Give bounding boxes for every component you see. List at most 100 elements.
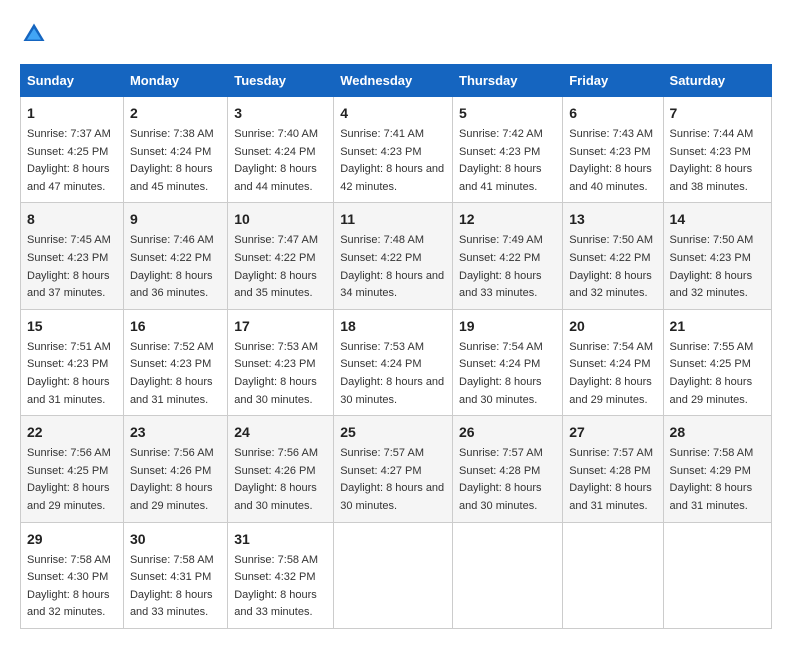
calendar-week-2: 8 Sunrise: 7:45 AMSunset: 4:23 PMDayligh… [21, 203, 772, 309]
header-saturday: Saturday [663, 65, 771, 97]
day-number: 4 [340, 103, 446, 124]
day-number: 26 [459, 422, 556, 443]
day-info: Sunrise: 7:40 AMSunset: 4:24 PMDaylight:… [234, 128, 318, 193]
calendar-cell: 7 Sunrise: 7:44 AMSunset: 4:23 PMDayligh… [663, 97, 771, 203]
calendar-cell: 13 Sunrise: 7:50 AMSunset: 4:22 PMDaylig… [563, 203, 663, 309]
day-number: 7 [670, 103, 765, 124]
calendar-cell: 10 Sunrise: 7:47 AMSunset: 4:22 PMDaylig… [228, 203, 334, 309]
day-info: Sunrise: 7:58 AMSunset: 4:32 PMDaylight:… [234, 554, 318, 619]
calendar-table: SundayMondayTuesdayWednesdayThursdayFrid… [20, 64, 772, 629]
day-info: Sunrise: 7:54 AMSunset: 4:24 PMDaylight:… [569, 341, 653, 406]
day-number: 17 [234, 316, 327, 337]
calendar-cell: 22 Sunrise: 7:56 AMSunset: 4:25 PMDaylig… [21, 416, 124, 522]
day-number: 21 [670, 316, 765, 337]
calendar-week-5: 29 Sunrise: 7:58 AMSunset: 4:30 PMDaylig… [21, 522, 772, 628]
day-number: 11 [340, 209, 446, 230]
day-number: 16 [130, 316, 221, 337]
day-number: 6 [569, 103, 656, 124]
calendar-cell: 16 Sunrise: 7:52 AMSunset: 4:23 PMDaylig… [123, 309, 227, 415]
day-info: Sunrise: 7:45 AMSunset: 4:23 PMDaylight:… [27, 234, 111, 299]
day-number: 27 [569, 422, 656, 443]
day-number: 30 [130, 529, 221, 550]
day-info: Sunrise: 7:58 AMSunset: 4:30 PMDaylight:… [27, 554, 111, 619]
calendar-cell: 12 Sunrise: 7:49 AMSunset: 4:22 PMDaylig… [453, 203, 563, 309]
day-number: 28 [670, 422, 765, 443]
day-info: Sunrise: 7:57 AMSunset: 4:28 PMDaylight:… [459, 447, 543, 512]
day-info: Sunrise: 7:49 AMSunset: 4:22 PMDaylight:… [459, 234, 543, 299]
calendar-cell: 1 Sunrise: 7:37 AMSunset: 4:25 PMDayligh… [21, 97, 124, 203]
calendar-cell: 23 Sunrise: 7:56 AMSunset: 4:26 PMDaylig… [123, 416, 227, 522]
day-number: 18 [340, 316, 446, 337]
calendar-cell: 9 Sunrise: 7:46 AMSunset: 4:22 PMDayligh… [123, 203, 227, 309]
header-monday: Monday [123, 65, 227, 97]
calendar-cell: 14 Sunrise: 7:50 AMSunset: 4:23 PMDaylig… [663, 203, 771, 309]
logo [20, 20, 52, 48]
calendar-cell: 4 Sunrise: 7:41 AMSunset: 4:23 PMDayligh… [334, 97, 453, 203]
day-number: 1 [27, 103, 117, 124]
calendar-cell: 18 Sunrise: 7:53 AMSunset: 4:24 PMDaylig… [334, 309, 453, 415]
day-number: 9 [130, 209, 221, 230]
day-number: 23 [130, 422, 221, 443]
calendar-cell: 3 Sunrise: 7:40 AMSunset: 4:24 PMDayligh… [228, 97, 334, 203]
day-info: Sunrise: 7:44 AMSunset: 4:23 PMDaylight:… [670, 128, 754, 193]
day-info: Sunrise: 7:37 AMSunset: 4:25 PMDaylight:… [27, 128, 111, 193]
page-header [20, 20, 772, 48]
header-thursday: Thursday [453, 65, 563, 97]
day-info: Sunrise: 7:51 AMSunset: 4:23 PMDaylight:… [27, 341, 111, 406]
day-number: 29 [27, 529, 117, 550]
day-info: Sunrise: 7:58 AMSunset: 4:31 PMDaylight:… [130, 554, 214, 619]
day-info: Sunrise: 7:47 AMSunset: 4:22 PMDaylight:… [234, 234, 318, 299]
day-number: 13 [569, 209, 656, 230]
calendar-cell: 6 Sunrise: 7:43 AMSunset: 4:23 PMDayligh… [563, 97, 663, 203]
day-info: Sunrise: 7:43 AMSunset: 4:23 PMDaylight:… [569, 128, 653, 193]
calendar-cell [563, 522, 663, 628]
calendar-cell [453, 522, 563, 628]
day-number: 2 [130, 103, 221, 124]
day-info: Sunrise: 7:57 AMSunset: 4:27 PMDaylight:… [340, 447, 444, 512]
calendar-cell: 25 Sunrise: 7:57 AMSunset: 4:27 PMDaylig… [334, 416, 453, 522]
header-sunday: Sunday [21, 65, 124, 97]
calendar-cell: 5 Sunrise: 7:42 AMSunset: 4:23 PMDayligh… [453, 97, 563, 203]
logo-icon [20, 20, 48, 48]
day-info: Sunrise: 7:50 AMSunset: 4:23 PMDaylight:… [670, 234, 754, 299]
calendar-cell [663, 522, 771, 628]
calendar-cell: 19 Sunrise: 7:54 AMSunset: 4:24 PMDaylig… [453, 309, 563, 415]
calendar-cell: 29 Sunrise: 7:58 AMSunset: 4:30 PMDaylig… [21, 522, 124, 628]
day-info: Sunrise: 7:53 AMSunset: 4:23 PMDaylight:… [234, 341, 318, 406]
day-number: 20 [569, 316, 656, 337]
day-info: Sunrise: 7:53 AMSunset: 4:24 PMDaylight:… [340, 341, 444, 406]
day-number: 19 [459, 316, 556, 337]
day-info: Sunrise: 7:42 AMSunset: 4:23 PMDaylight:… [459, 128, 543, 193]
day-info: Sunrise: 7:41 AMSunset: 4:23 PMDaylight:… [340, 128, 444, 193]
calendar-cell: 30 Sunrise: 7:58 AMSunset: 4:31 PMDaylig… [123, 522, 227, 628]
day-info: Sunrise: 7:56 AMSunset: 4:26 PMDaylight:… [234, 447, 318, 512]
calendar-cell: 17 Sunrise: 7:53 AMSunset: 4:23 PMDaylig… [228, 309, 334, 415]
calendar-cell: 31 Sunrise: 7:58 AMSunset: 4:32 PMDaylig… [228, 522, 334, 628]
calendar-cell: 24 Sunrise: 7:56 AMSunset: 4:26 PMDaylig… [228, 416, 334, 522]
calendar-cell: 27 Sunrise: 7:57 AMSunset: 4:28 PMDaylig… [563, 416, 663, 522]
calendar-header-row: SundayMondayTuesdayWednesdayThursdayFrid… [21, 65, 772, 97]
calendar-week-1: 1 Sunrise: 7:37 AMSunset: 4:25 PMDayligh… [21, 97, 772, 203]
day-number: 10 [234, 209, 327, 230]
day-info: Sunrise: 7:58 AMSunset: 4:29 PMDaylight:… [670, 447, 754, 512]
calendar-cell: 2 Sunrise: 7:38 AMSunset: 4:24 PMDayligh… [123, 97, 227, 203]
day-number: 24 [234, 422, 327, 443]
header-tuesday: Tuesday [228, 65, 334, 97]
calendar-cell: 11 Sunrise: 7:48 AMSunset: 4:22 PMDaylig… [334, 203, 453, 309]
day-info: Sunrise: 7:56 AMSunset: 4:26 PMDaylight:… [130, 447, 214, 512]
calendar-cell: 8 Sunrise: 7:45 AMSunset: 4:23 PMDayligh… [21, 203, 124, 309]
calendar-week-4: 22 Sunrise: 7:56 AMSunset: 4:25 PMDaylig… [21, 416, 772, 522]
header-wednesday: Wednesday [334, 65, 453, 97]
day-info: Sunrise: 7:50 AMSunset: 4:22 PMDaylight:… [569, 234, 653, 299]
day-info: Sunrise: 7:56 AMSunset: 4:25 PMDaylight:… [27, 447, 111, 512]
day-number: 22 [27, 422, 117, 443]
calendar-cell [334, 522, 453, 628]
calendar-cell: 26 Sunrise: 7:57 AMSunset: 4:28 PMDaylig… [453, 416, 563, 522]
day-info: Sunrise: 7:38 AMSunset: 4:24 PMDaylight:… [130, 128, 214, 193]
day-info: Sunrise: 7:57 AMSunset: 4:28 PMDaylight:… [569, 447, 653, 512]
day-info: Sunrise: 7:52 AMSunset: 4:23 PMDaylight:… [130, 341, 214, 406]
day-number: 5 [459, 103, 556, 124]
calendar-cell: 15 Sunrise: 7:51 AMSunset: 4:23 PMDaylig… [21, 309, 124, 415]
day-info: Sunrise: 7:54 AMSunset: 4:24 PMDaylight:… [459, 341, 543, 406]
day-number: 31 [234, 529, 327, 550]
